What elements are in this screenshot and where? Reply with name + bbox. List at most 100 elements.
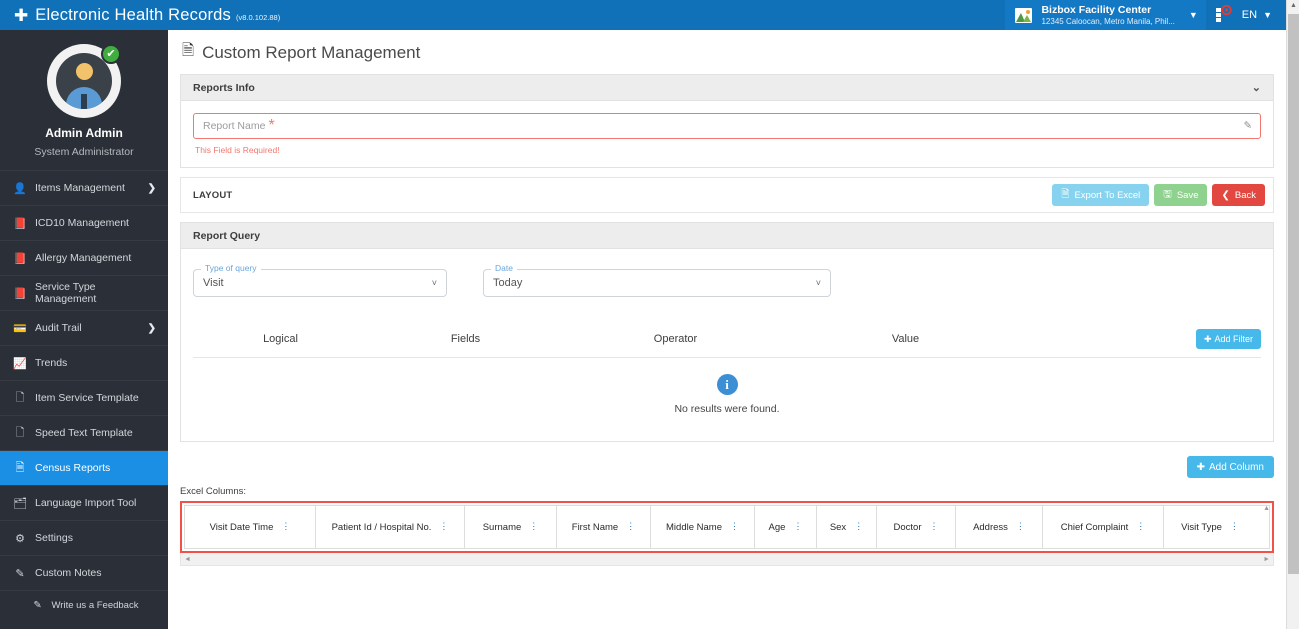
avatar-tie-shape [81, 94, 87, 109]
sidebar-item-trends[interactable]: 📈 Trends [0, 345, 168, 380]
sidebar-item-label: Census Reports [35, 462, 111, 474]
reports-info-header[interactable]: Reports Info ⌄ [181, 75, 1273, 101]
add-filter-button[interactable]: ✚ Add Filter [1195, 329, 1261, 349]
scroll-up-arrow[interactable]: ▲ [1263, 505, 1270, 512]
chevron-down-icon[interactable]: ▼ [1189, 10, 1198, 20]
pencil-icon[interactable]: ✎ [1244, 121, 1252, 132]
excel-column-header[interactable]: First Name ⋮ [557, 506, 651, 548]
excel-column-label: First Name [571, 521, 619, 533]
vertical-dots-icon[interactable]: ⋮ [1230, 522, 1239, 531]
page-scrollbar-thumb[interactable] [1288, 14, 1299, 574]
page-title-text: Custom Report Management [202, 42, 421, 62]
excel-column-label: Doctor [893, 521, 922, 533]
scroll-up-arrow[interactable]: ▲ [1287, 2, 1299, 9]
sidebar-item-label: Settings [35, 532, 73, 544]
sidebar-item-item-service-template[interactable]: 🗋 Item Service Template [0, 380, 168, 415]
excel-columns-highlight: ▲ Visit Date Time ⋮ Patient Id / Hospital … [180, 501, 1274, 553]
vertical-dots-icon[interactable]: ⋮ [793, 522, 802, 531]
verified-check-icon: ✔ [101, 44, 121, 64]
excel-column-label: Patient Id / Hospital No. [331, 521, 432, 533]
page-scrollbar[interactable]: ▲ [1286, 0, 1299, 629]
add-column-button[interactable]: ✚ Add Column [1186, 456, 1274, 478]
export-to-excel-button[interactable]: 🗎 Export To Excel [1052, 184, 1150, 206]
chevron-down-icon[interactable]: ⌄ [1252, 81, 1261, 94]
date-label: Date [491, 263, 517, 273]
book-icon: 📕 [13, 217, 27, 230]
top-bar: ✚ Electronic Health Records (v8.0.102.88… [0, 0, 1286, 30]
date-field: Date Today ˅ [483, 263, 831, 297]
sidebar-item-census-reports[interactable]: 🗎 Census Reports [0, 450, 168, 485]
plus-icon: ✚ [1196, 461, 1205, 473]
sidebar-item-speed-text-template[interactable]: 🗋 Speed Text Template [0, 415, 168, 450]
vertical-dots-icon[interactable]: ⋮ [929, 522, 938, 531]
back-button[interactable]: ❮ Back [1212, 184, 1265, 206]
reports-info-body: Report Name * ✎ This Field is Required! [181, 101, 1273, 167]
report-query-body: Type of query Visit ˅ Date Today ˅ [181, 249, 1273, 297]
sidebar-feedback-link[interactable]: ✎ Write us a Feedback [0, 590, 168, 620]
page-title: 🗎 Custom Report Management [168, 30, 1286, 71]
sidebar-item-settings[interactable]: ⚙ Settings [0, 520, 168, 555]
chevron-right-icon: ❯ [147, 182, 156, 194]
facility-selector[interactable]: Bizbox Facility Center 12345 Caloocan, M… [1005, 0, 1206, 30]
vertical-dots-icon[interactable]: ⋮ [1016, 522, 1025, 531]
facility-text: Bizbox Facility Center 12345 Caloocan, M… [1041, 4, 1174, 27]
vertical-dots-icon[interactable]: ⋮ [439, 522, 448, 531]
excel-column-header[interactable]: Visit Type ⋮ [1164, 506, 1256, 548]
filter-table-header: Logical Fields Operator Value ✚ Add Filt… [193, 319, 1261, 358]
sidebar-item-items-management[interactable]: 👤 Items Management ❯ [0, 170, 168, 205]
sidebar-item-allergy-management[interactable]: 📕 Allergy Management [0, 240, 168, 275]
excel-column-label: Surname [482, 521, 522, 533]
required-mark: * [268, 117, 275, 134]
notification-bell-button[interactable] [1206, 0, 1242, 30]
excel-column-header[interactable]: Patient Id / Hospital No. ⋮ [316, 506, 465, 548]
save-label: Save [1176, 189, 1199, 201]
vertical-dots-icon[interactable]: ⋮ [1136, 522, 1145, 531]
app-brand: ✚ Electronic Health Records (v8.0.102.88… [0, 6, 280, 25]
vertical-dots-icon[interactable]: ⋮ [281, 522, 290, 531]
floppy-disk-icon: 🖫 [1163, 188, 1172, 200]
card-icon: 💳 [13, 322, 27, 335]
date-value: Today [493, 277, 523, 289]
sidebar-item-custom-notes[interactable]: ✎ Custom Notes [0, 555, 168, 590]
layout-label: LAYOUT [193, 189, 233, 201]
vertical-dots-icon[interactable]: ⋮ [626, 522, 635, 531]
excel-column-label: Chief Complaint [1060, 521, 1129, 533]
book-icon: 📕 [13, 252, 27, 265]
sidebar-item-icd10-management[interactable]: 📕 ICD10 Management [0, 205, 168, 240]
excel-column-header[interactable]: Visit Date Time ⋮ [185, 506, 316, 548]
vertical-dots-icon[interactable]: ⋮ [854, 522, 863, 531]
date-select[interactable]: Today ˅ [483, 269, 831, 297]
sidebar-item-audit-trail[interactable]: 💳 Audit Trail ❯ [0, 310, 168, 345]
chevron-right-icon: ❯ [147, 322, 156, 334]
plus-icon: ✚ [1203, 333, 1212, 344]
app-version: (v8.0.102.88) [236, 12, 281, 22]
sidebar-item-language-import-tool[interactable]: 🗂 Language Import Tool [0, 485, 168, 520]
empty-state-text: No results were found. [674, 403, 780, 415]
scroll-right-arrow[interactable]: ► [1263, 556, 1270, 563]
profile-name: Admin Admin [45, 126, 123, 140]
excel-column-header[interactable]: Middle Name ⋮ [651, 506, 755, 548]
type-of-query-field: Type of query Visit ˅ [193, 263, 447, 297]
save-button[interactable]: 🖫 Save [1154, 184, 1208, 206]
sidebar-item-service-type-management[interactable]: 📕 Service Type Management [0, 275, 168, 310]
sidebar: ✔ Admin Admin System Administrator 👤 Item… [0, 30, 168, 629]
horizontal-scrollbar[interactable]: ◄ ► [180, 553, 1274, 566]
vertical-dots-icon[interactable]: ⋮ [730, 522, 739, 531]
avatar-head-shape [75, 63, 93, 80]
excel-column-header[interactable]: Chief Complaint ⋮ [1043, 506, 1164, 548]
language-selector[interactable]: EN ▼ [1242, 0, 1286, 30]
avatar: ✔ [47, 44, 121, 118]
report-query-title: Report Query [193, 229, 261, 242]
scroll-left-arrow[interactable]: ◄ [184, 556, 191, 563]
excel-column-header[interactable]: Sex ⋮ [817, 506, 877, 548]
excel-column-header[interactable]: Doctor ⋮ [877, 506, 956, 548]
excel-column-header[interactable]: Address ⋮ [956, 506, 1043, 548]
report-name-input[interactable]: Report Name * ✎ [193, 113, 1261, 139]
excel-column-header[interactable]: Age ⋮ [755, 506, 817, 548]
user-icon: 👤 [13, 182, 27, 195]
type-of-query-select[interactable]: Visit ˅ [193, 269, 447, 297]
language-label: EN [1241, 9, 1258, 21]
excel-column-header[interactable]: Surname ⋮ [465, 506, 557, 548]
vertical-dots-icon[interactable]: ⋮ [529, 522, 538, 531]
sidebar-item-label: Speed Text Template [35, 427, 133, 439]
